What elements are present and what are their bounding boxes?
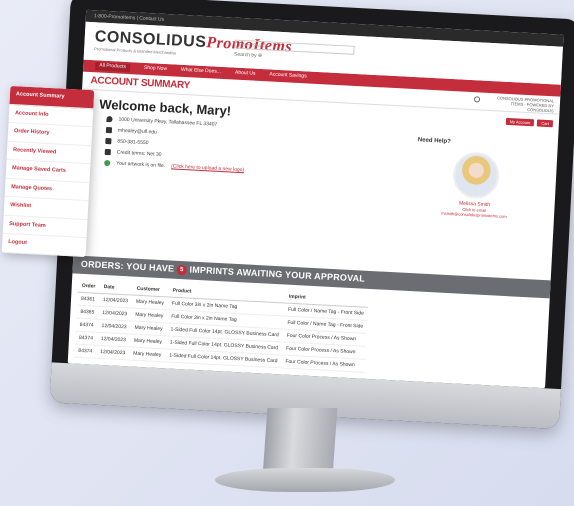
help-panel: Need Help? Melissa Smith Click to email … xyxy=(414,137,538,220)
partner-badge: CONSOLIDUS PROMOTIONAL ITEMS · POWERED B… xyxy=(496,95,555,114)
orders-banner-post: IMPRINTS AWAITING YOUR APPROVAL xyxy=(189,264,366,284)
cart-button[interactable]: Cart xyxy=(537,119,554,128)
orders-banner-pre: ORDERS: YOU HAVE xyxy=(80,258,175,274)
monitor-stand-neck xyxy=(262,408,338,476)
credit-text: Credit terms: Net 30 xyxy=(116,149,162,158)
address-text: 1000 University Pkwy, Tallahassee FL 334… xyxy=(118,116,218,128)
nav-item-all-products[interactable]: All Products xyxy=(95,62,131,73)
phone-text: 850-381-5550 xyxy=(117,138,149,147)
email-icon xyxy=(105,126,113,134)
order-cell[interactable]: 84374 xyxy=(74,331,98,346)
credit-card-icon xyxy=(104,148,111,156)
orders-count-badge: 5 xyxy=(176,264,188,276)
my-account-button[interactable]: My Account xyxy=(505,117,535,127)
nav-item-account-savings[interactable]: Account Savings xyxy=(269,71,307,81)
artwork-text: Your artwork is on file. xyxy=(116,160,166,170)
location-pin-icon xyxy=(106,115,113,123)
nav-item-about-us[interactable]: About Us xyxy=(235,70,256,79)
order-cell[interactable]: 84374 xyxy=(74,344,97,359)
monitor: 1-800-PromoItems | Contact Us CONSOLIDUS… xyxy=(49,0,574,430)
nav-item-what-else[interactable]: What Else Does... xyxy=(181,67,221,77)
customer-cell: Mary Healey xyxy=(128,346,166,362)
order-cell[interactable]: 84361 xyxy=(76,292,100,307)
screen: 1-800-PromoItems | Contact Us CONSOLIDUS… xyxy=(67,9,564,389)
account-side-menu: Account Summary Account Info Order Histo… xyxy=(1,85,95,257)
orders-table: Order Date Customer Product Imprint 8436… xyxy=(74,279,369,373)
check-circle-icon xyxy=(104,159,111,167)
email-text: mhealey@ufl.edu xyxy=(117,127,158,136)
avatar xyxy=(451,151,501,200)
order-cell[interactable]: 84365 xyxy=(76,305,99,320)
phone-icon xyxy=(105,137,112,145)
col-order: Order xyxy=(77,279,100,294)
order-cell[interactable]: 84374 xyxy=(75,318,98,333)
upload-logo-link[interactable]: (Click here to upload a new logo) xyxy=(171,163,244,173)
account-content: My Account Cart Welcome back, Mary! 1000… xyxy=(74,90,559,265)
date-cell: 12/04/2023 xyxy=(95,345,130,360)
nav-item-shop-now[interactable]: Shop Now xyxy=(144,65,167,74)
monitor-stand-base xyxy=(215,468,395,492)
